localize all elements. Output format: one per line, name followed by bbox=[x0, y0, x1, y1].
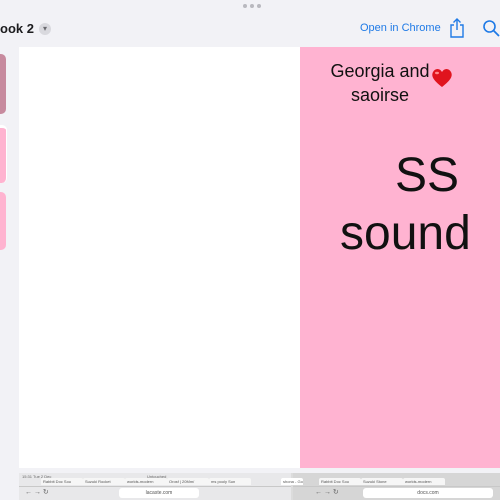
slide-thumbnail[interactable] bbox=[0, 192, 6, 250]
big-line-2: sound bbox=[340, 207, 471, 260]
pink-panel: Georgia and saoirse SS sound bbox=[300, 47, 500, 468]
mini-tab-active: shona - Goog bbox=[281, 478, 303, 485]
names-line-1: Georgia and bbox=[330, 61, 430, 81]
mini-tab: worlds-modern bbox=[403, 478, 445, 485]
document-title[interactable]: ook 2 bbox=[0, 21, 34, 36]
grip-dot bbox=[243, 4, 247, 8]
mini-tab-bar: shona - Goog Rabbit Doc Sou Suzuki Stone… bbox=[281, 473, 500, 487]
big-line-1: SS bbox=[395, 149, 460, 202]
chevron-down-icon[interactable]: ▾ bbox=[38, 22, 51, 35]
slide-thumbnail[interactable] bbox=[0, 125, 7, 183]
mini-tab-bar: 15:31 Tue 2 Dec Untouched Rabbit Doc Sou… bbox=[19, 473, 291, 487]
mini-url-bar: docs.com bbox=[363, 488, 493, 498]
grip-dot bbox=[250, 4, 254, 8]
mini-back-icon: ← → ↻ bbox=[315, 489, 339, 496]
mini-tab: Suzuki Stone bbox=[361, 478, 403, 485]
share-icon[interactable] bbox=[449, 18, 465, 38]
multitasking-grip[interactable] bbox=[243, 4, 261, 8]
search-icon[interactable] bbox=[482, 19, 500, 37]
mini-url-bar: lacaste.com bbox=[119, 488, 199, 498]
mini-tab: Rabbit Doc Sou bbox=[319, 478, 361, 485]
mini-tab: Rabbit Doc Sou bbox=[41, 478, 83, 485]
slide-thumbnail-rail bbox=[0, 47, 8, 467]
heart-icon bbox=[432, 69, 452, 87]
mini-tab: worlds-modern bbox=[125, 478, 167, 485]
document-title-bar[interactable]: ook 2 ▾ bbox=[0, 21, 51, 36]
ss-sound-text[interactable]: SS sound bbox=[340, 147, 500, 263]
preview-right-window: shona - Goog Rabbit Doc Sou Suzuki Stone… bbox=[281, 473, 500, 500]
mini-tab: ms pooly Sun bbox=[209, 478, 251, 485]
grip-dot bbox=[257, 4, 261, 8]
slide-canvas[interactable]: Georgia and saoirse SS sound bbox=[19, 47, 500, 468]
names-text[interactable]: Georgia and saoirse bbox=[320, 59, 440, 107]
mini-tab: Orosf | 20Mm/ bbox=[167, 478, 209, 485]
names-line-2: saoirse bbox=[350, 85, 410, 105]
mini-back-icon: ← → ↻ bbox=[25, 489, 49, 496]
screenshot-preview-strip: 15:31 Tue 2 Dec Untouched Rabbit Doc Sou… bbox=[19, 473, 500, 500]
open-in-chrome-link[interactable]: Open in Chrome bbox=[360, 22, 441, 34]
mini-tab: Suzuki Rocket bbox=[83, 478, 125, 485]
preview-left-window: 15:31 Tue 2 Dec Untouched Rabbit Doc Sou… bbox=[19, 473, 291, 500]
slide-thumbnail[interactable] bbox=[0, 54, 6, 114]
